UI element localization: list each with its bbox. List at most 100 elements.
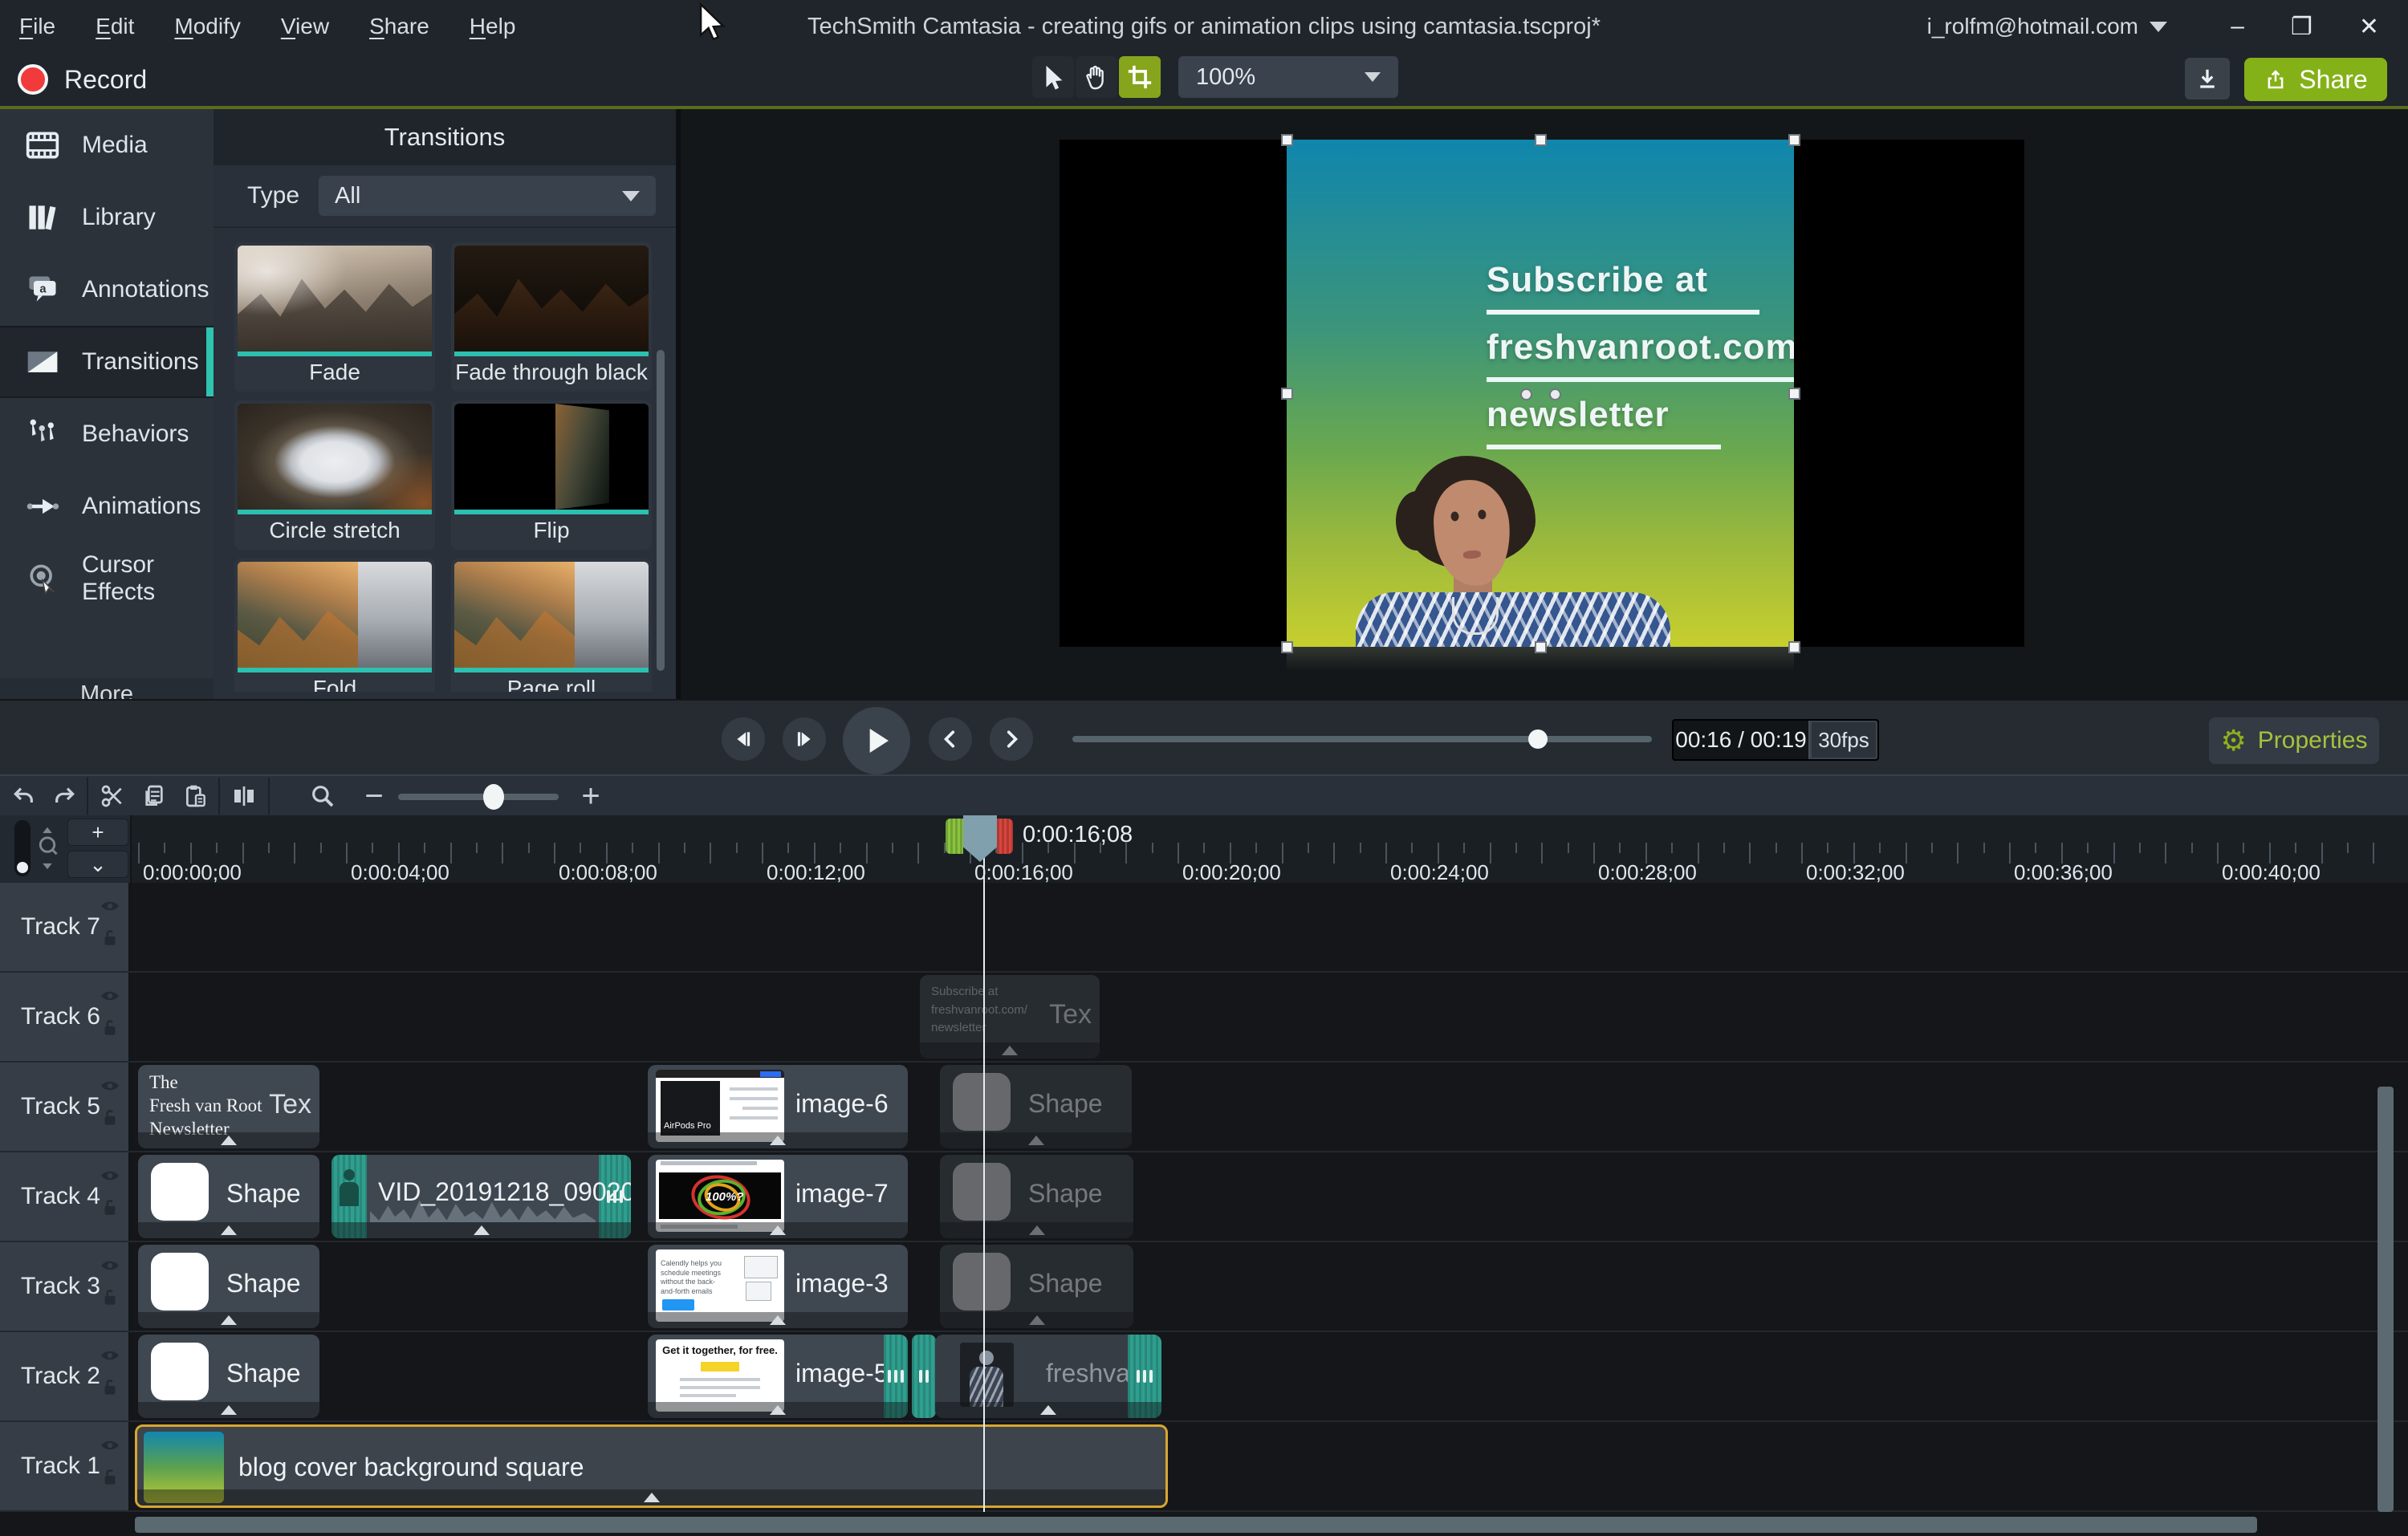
clip-vid-20191218-09020[interactable]: VID_20191218_09020 xyxy=(332,1155,631,1238)
transition-circle[interactable]: Circle stretch xyxy=(234,400,435,550)
clip-image-6[interactable]: AirPods Pro image-6 xyxy=(648,1065,908,1148)
type-select[interactable]: All xyxy=(319,176,657,216)
crop-handle-top-mid[interactable] xyxy=(1535,134,1547,146)
next-frame-button[interactable] xyxy=(783,717,826,761)
clip-image-5[interactable]: Get it together, for free. image-5 xyxy=(648,1335,908,1418)
center-handle[interactable] xyxy=(1549,388,1561,400)
sidebar-item-behaviors[interactable]: Behaviors xyxy=(0,398,214,470)
play-button[interactable] xyxy=(843,707,910,774)
menu-modify[interactable]: Modify xyxy=(174,14,240,39)
clip-shape[interactable]: Shape xyxy=(940,1245,1133,1328)
crop-tool-button[interactable] xyxy=(1119,56,1161,98)
transition-fade[interactable]: Fade xyxy=(234,242,435,392)
timeline-zoom-knob[interactable] xyxy=(483,784,504,810)
crop-handle-bottom-mid[interactable] xyxy=(1535,641,1547,653)
collapse-tracks-button[interactable]: ⌄ xyxy=(67,851,128,878)
vertical-scrollbar[interactable] xyxy=(2377,1087,2394,1512)
sidebar-item-library[interactable]: Library xyxy=(0,181,214,254)
playhead-line[interactable] xyxy=(983,854,985,1512)
menu-view[interactable]: View xyxy=(281,14,329,39)
eye-icon[interactable] xyxy=(100,1345,120,1366)
sidebar-item-cursor-effects[interactable]: Cursor Effects xyxy=(0,542,214,615)
selection-out-handle[interactable] xyxy=(997,819,1013,854)
menu-edit[interactable]: Edit xyxy=(96,14,134,39)
lock-icon[interactable] xyxy=(100,1467,120,1488)
menu-share[interactable]: Share xyxy=(369,14,429,39)
pan-tool-button[interactable] xyxy=(1076,56,1117,98)
clip-shape[interactable]: Shape xyxy=(940,1155,1133,1238)
track-height-knob[interactable] xyxy=(17,862,28,873)
split-button[interactable] xyxy=(226,780,262,812)
clip-image-3[interactable]: Calendly helps you schedule meetings wit… xyxy=(648,1245,908,1328)
canvas-zoom-select[interactable]: 100% xyxy=(1178,56,1398,98)
canvas-text-overlay[interactable]: Subscribe at freshvanroot.com/newsletter xyxy=(1487,260,1794,462)
center-handle[interactable] xyxy=(1520,388,1532,400)
sidebar-item-transitions[interactable]: Transitions xyxy=(0,326,214,398)
sidebar-item-media[interactable]: Media xyxy=(0,109,214,181)
selection-in-handle[interactable] xyxy=(946,819,963,854)
clip-freshvan[interactable]: freshvan xyxy=(935,1335,1161,1418)
clip-blog-cover-background-square[interactable]: blog cover background square xyxy=(135,1424,1168,1508)
clip-image-7[interactable]: 100%? image-7 xyxy=(648,1155,908,1238)
window-maximize-button[interactable]: ❐ xyxy=(2291,13,2312,41)
share-button[interactable]: Share xyxy=(2244,58,2387,101)
clip-tex[interactable]: The Fresh van Root Newsletter Tex xyxy=(138,1065,319,1148)
stage[interactable]: Subscribe at freshvanroot.com/newsletter xyxy=(1060,140,2024,647)
transition-fold[interactable]: Fold xyxy=(234,559,435,692)
eye-icon[interactable] xyxy=(100,1255,120,1276)
crop-handle-bottom-right[interactable] xyxy=(1788,641,1800,653)
jump-back-button[interactable] xyxy=(929,717,972,761)
menu-help[interactable]: Help xyxy=(470,14,516,39)
add-track-button[interactable]: + xyxy=(67,819,128,846)
lock-icon[interactable] xyxy=(100,1377,120,1398)
clip-tex[interactable]: Subscribe at freshvanroot.com/newsletter T… xyxy=(920,975,1100,1059)
crop-handle-left-mid[interactable] xyxy=(1281,388,1293,400)
sidebar-item-annotations[interactable]: a Annotations xyxy=(0,254,214,326)
cut-button[interactable] xyxy=(95,780,130,812)
lock-icon[interactable] xyxy=(100,928,120,949)
crop-handle-bottom-left[interactable] xyxy=(1281,641,1293,653)
lock-icon[interactable] xyxy=(100,1287,120,1308)
panel-scrollbar[interactable] xyxy=(657,350,665,671)
transition-clip[interactable] xyxy=(912,1335,936,1418)
clip-shape[interactable]: Shape xyxy=(138,1245,319,1328)
eye-icon[interactable] xyxy=(100,1075,120,1096)
timeline-zoom-out-button[interactable]: − xyxy=(356,778,392,814)
crop-handle-right-mid[interactable] xyxy=(1788,388,1800,400)
window-close-button[interactable]: ✕ xyxy=(2359,13,2379,41)
window-minimize-button[interactable]: – xyxy=(2231,13,2244,40)
account-menu[interactable]: i_rolfm@hotmail.com xyxy=(1927,0,2167,53)
playback-scrubber[interactable] xyxy=(1072,736,1652,742)
gradient-background-media[interactable]: Subscribe at freshvanroot.com/newsletter xyxy=(1287,140,1794,647)
clip-shape[interactable]: Shape xyxy=(138,1335,319,1418)
timeline-ruler[interactable]: 0:00:00;00 0:00:04;00 0:00:08;00 0:00:12;00… xyxy=(130,815,2408,884)
transition-flip[interactable]: Flip xyxy=(451,400,652,550)
transition-fadeblack[interactable]: Fade through black xyxy=(451,242,652,392)
eye-icon[interactable] xyxy=(100,1435,120,1456)
horizontal-scrollbar[interactable] xyxy=(135,1517,2257,1533)
clip-shape[interactable]: Shape xyxy=(940,1065,1132,1148)
record-button[interactable]: Record xyxy=(18,61,147,98)
timeline-zoom-in-button[interactable]: + xyxy=(573,778,608,814)
timeline-zoom-slider[interactable] xyxy=(398,794,559,800)
download-button[interactable] xyxy=(2185,58,2230,100)
crop-handle-top-right[interactable] xyxy=(1788,134,1800,146)
sidebar-item-animations[interactable]: Animations xyxy=(0,470,214,542)
scrubber-knob[interactable] xyxy=(1528,729,1548,749)
clip-shape[interactable]: Shape xyxy=(138,1155,319,1238)
transition-pageroll[interactable]: Page roll xyxy=(451,559,652,692)
eye-icon[interactable] xyxy=(100,1165,120,1186)
lock-icon[interactable] xyxy=(100,1107,120,1128)
lock-icon[interactable] xyxy=(100,1018,120,1038)
select-tool-button[interactable] xyxy=(1032,56,1074,98)
undo-button[interactable] xyxy=(6,780,42,812)
menu-file[interactable]: File xyxy=(19,14,55,39)
paste-button[interactable] xyxy=(178,780,214,812)
eye-icon[interactable] xyxy=(100,896,120,916)
previous-frame-button[interactable] xyxy=(722,717,765,761)
properties-button[interactable]: ⚙ Properties xyxy=(2209,717,2379,764)
lock-icon[interactable] xyxy=(100,1197,120,1218)
crop-handle-top-left[interactable] xyxy=(1281,134,1293,146)
eye-icon[interactable] xyxy=(100,985,120,1006)
redo-button[interactable] xyxy=(47,780,82,812)
